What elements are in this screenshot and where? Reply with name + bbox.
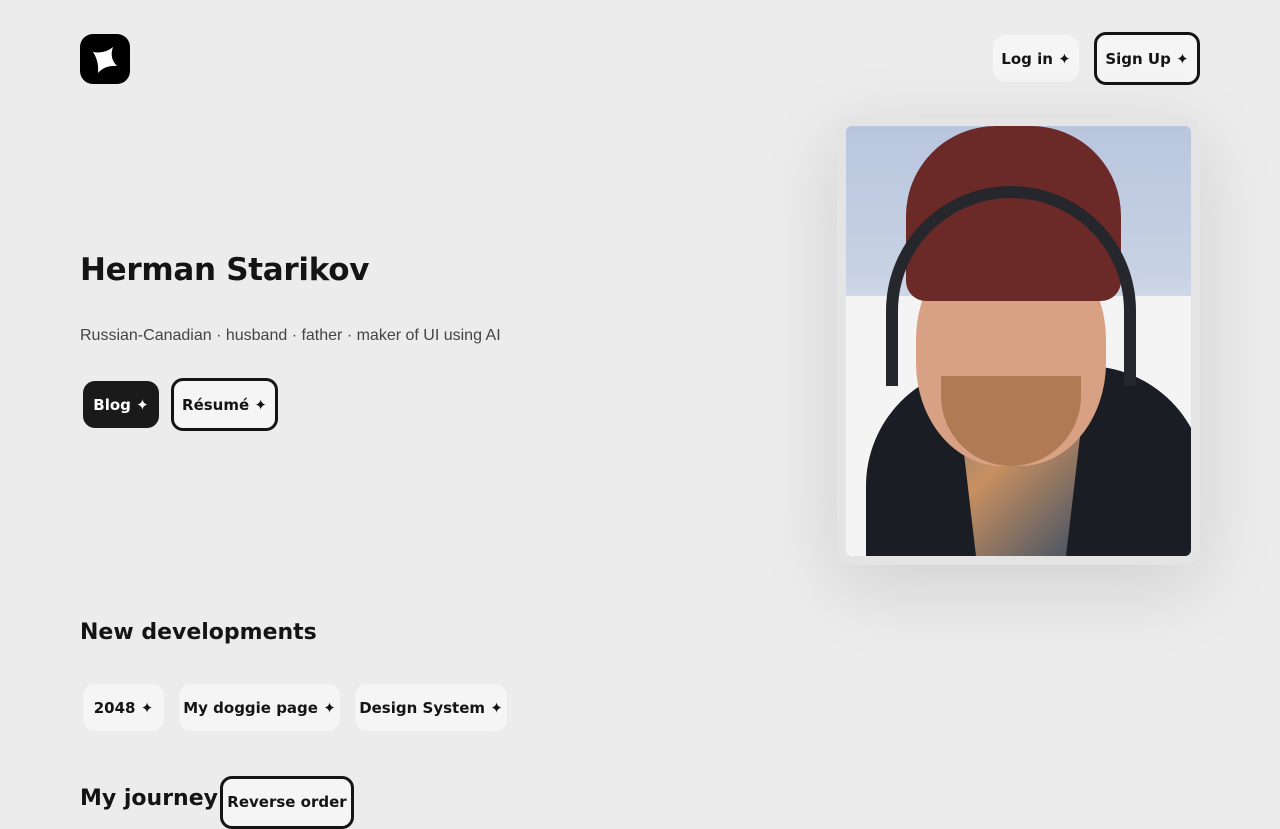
reverse-order-button[interactable]: Reverse order [220, 776, 354, 829]
sparkle-icon [93, 47, 117, 73]
project-link-2048[interactable]: 2048 ✦ [83, 684, 164, 731]
profile-photo-card [837, 117, 1200, 565]
page-title: Herman Starikov [80, 252, 370, 288]
project-link-design-system[interactable]: Design System ✦ [355, 684, 507, 731]
profile-photo [846, 126, 1191, 556]
tagline: Russian-Canadian · husband · father · ma… [80, 327, 501, 344]
resume-button[interactable]: Résumé ✦ [171, 378, 278, 431]
section-title-journey: My journey [80, 786, 218, 811]
project-link-doggie[interactable]: My doggie page ✦ [179, 684, 340, 731]
blog-button[interactable]: Blog ✦ [83, 381, 159, 428]
login-button[interactable]: Log in ✦ [993, 35, 1079, 82]
signup-button[interactable]: Sign Up ✦ [1094, 32, 1200, 85]
logo[interactable] [80, 34, 130, 84]
section-title-developments: New developments [80, 620, 317, 645]
